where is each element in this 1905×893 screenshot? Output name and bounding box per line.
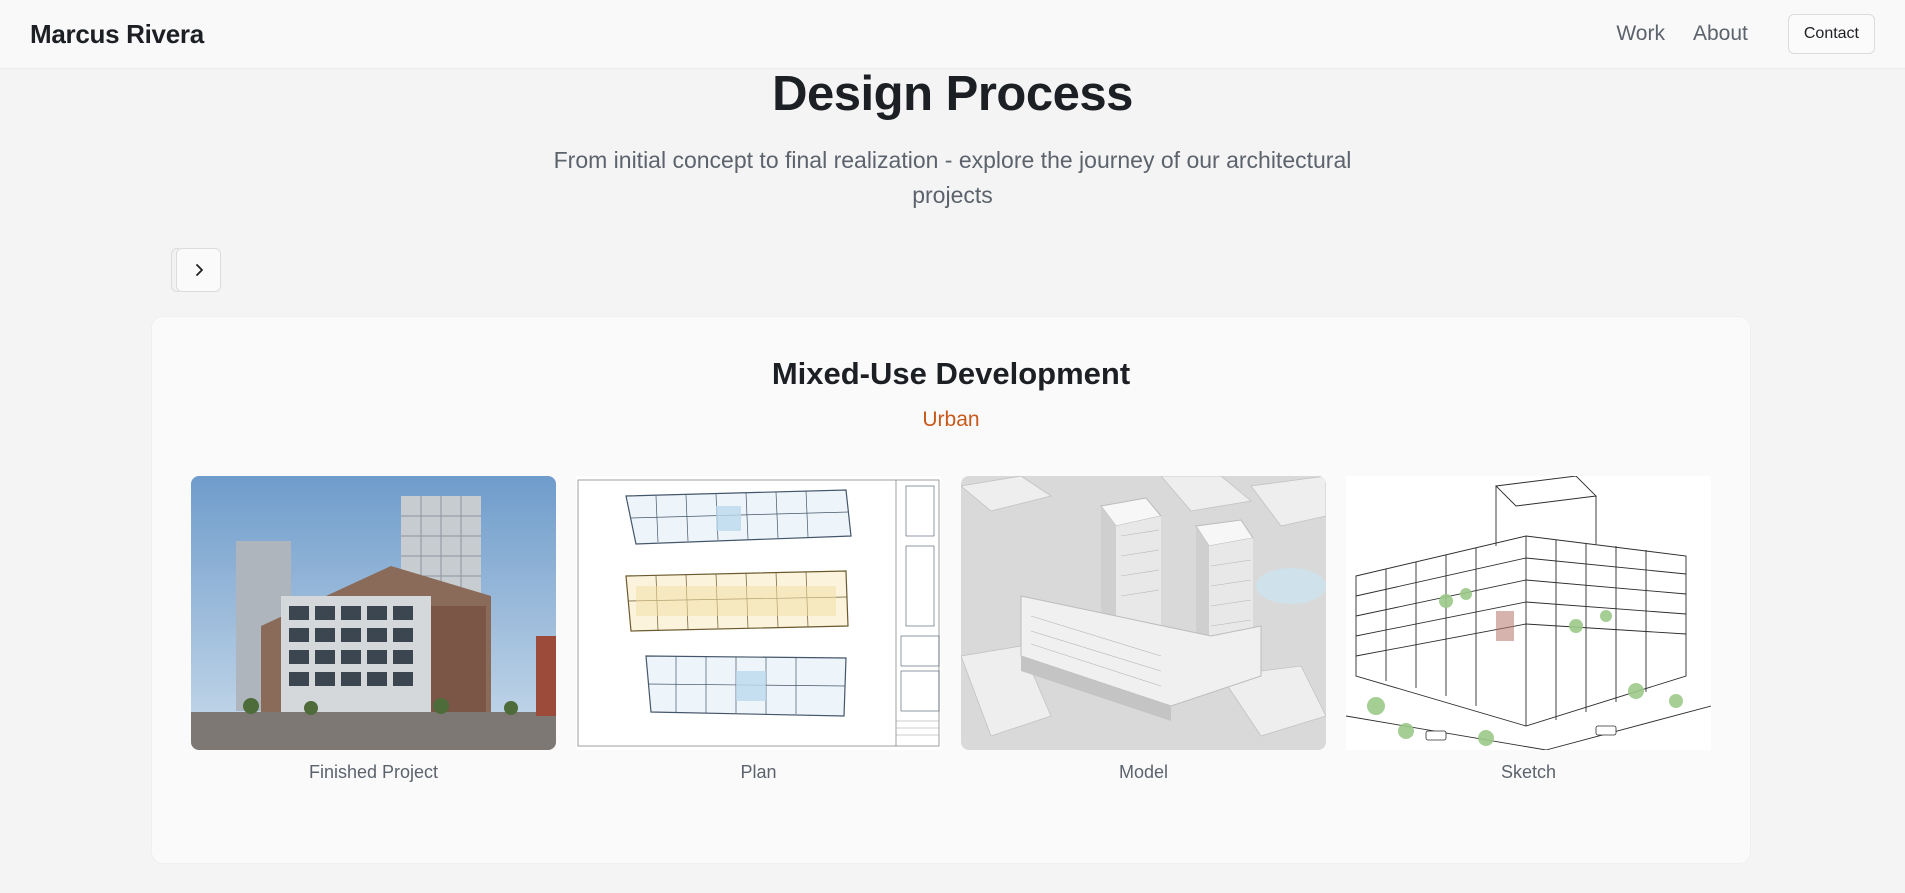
project-category: Urban xyxy=(922,408,980,431)
stage-finished-project[interactable]: Finished Project xyxy=(191,476,556,783)
stage-model[interactable]: Model xyxy=(961,476,1326,783)
contact-button[interactable]: Contact xyxy=(1787,14,1875,54)
chevron-right-icon xyxy=(195,264,203,276)
main-nav: Work About Contact xyxy=(1616,14,1875,54)
brand-logo[interactable]: Marcus Rivera xyxy=(30,19,204,50)
stage-sketch[interactable]: Sketch xyxy=(1346,476,1711,783)
nav-work[interactable]: Work xyxy=(1616,22,1665,46)
stage-label: Sketch xyxy=(1500,762,1557,782)
stage-plan[interactable]: Plan xyxy=(576,476,941,783)
carousel-next-button[interactable] xyxy=(176,248,221,292)
stage-label: Plan xyxy=(740,762,777,782)
stage-label: Model xyxy=(1118,762,1169,782)
model-image[interactable] xyxy=(961,476,1326,750)
nav-about[interactable]: About xyxy=(1693,22,1748,46)
finished-project-image[interactable] xyxy=(191,476,556,750)
page-title: Design Process xyxy=(772,67,1133,121)
project-card: Mixed-Use Development Urban Finished Pro… xyxy=(151,316,1751,864)
page-subtitle: From initial concept to final realizatio… xyxy=(553,147,1352,208)
site-header: Marcus Rivera Work About Contact xyxy=(0,0,1905,69)
plan-image[interactable] xyxy=(576,476,941,750)
sketch-image[interactable] xyxy=(1346,476,1711,750)
stage-label: Finished Project xyxy=(308,762,439,782)
project-title: Mixed-Use Development xyxy=(771,356,1131,391)
